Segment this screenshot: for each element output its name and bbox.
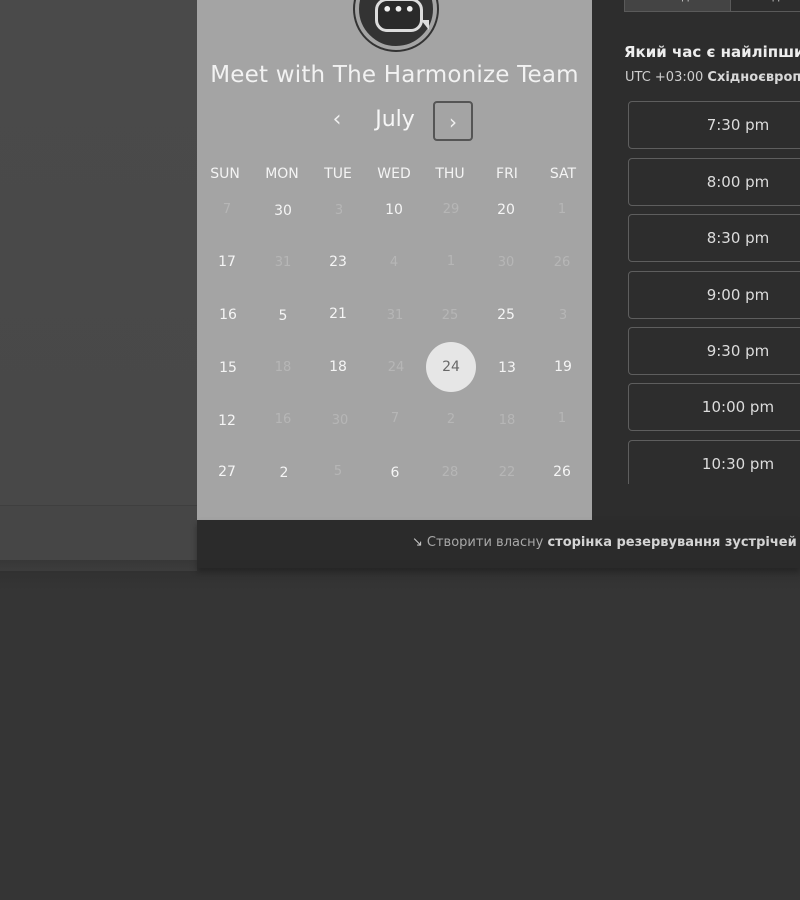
backdrop-shadow xyxy=(0,560,800,590)
calendar-day[interactable]: 25 xyxy=(484,293,528,337)
calendar-day: 7 xyxy=(222,202,232,217)
timeslot-button[interactable]: 9:00 pm xyxy=(628,271,800,319)
timeslot-button[interactable]: 10:00 pm xyxy=(628,383,800,431)
timeslot-button[interactable]: 10:30 pm xyxy=(628,440,800,484)
weekday-sat: SAT xyxy=(549,166,577,182)
calendar-day[interactable]: 27 xyxy=(205,450,249,494)
chat-bubble-logo-icon: ••• xyxy=(355,0,437,50)
prev-month-button[interactable]: ‹ xyxy=(325,106,349,136)
calendar-day[interactable]: 19 xyxy=(541,345,585,389)
footer-prefix: Створити власну xyxy=(426,535,544,550)
timeslot-question: Який час є найліпшим? xyxy=(624,43,800,61)
calendar-day[interactable]: 15 xyxy=(206,346,250,390)
calendar-day[interactable]: 5 xyxy=(261,294,305,338)
calendar-day: 4 xyxy=(389,255,399,270)
month-label: July xyxy=(375,107,415,132)
calendar-day: 3 xyxy=(558,308,568,323)
timeslot-button[interactable]: 8:30 pm xyxy=(628,214,800,262)
calendar-day: 1 xyxy=(557,411,567,426)
time-format-toggle: 24 годин Години xyxy=(624,0,800,12)
calendar-day: 31 xyxy=(386,308,404,323)
calendar-day[interactable]: 2 xyxy=(262,451,306,495)
calendar-day: 26 xyxy=(553,255,571,270)
calendar-day[interactable]: 16 xyxy=(206,293,250,337)
calendar-day: 30 xyxy=(331,413,349,428)
booking-page: ••• Meet with The Harmonize Team ‹ July … xyxy=(0,0,800,900)
calendar-day: 18 xyxy=(274,360,292,375)
calendar-day[interactable]: 17 xyxy=(205,240,249,284)
calendar-day: 24 xyxy=(387,360,405,375)
calendar-day[interactable]: 18 xyxy=(316,345,360,389)
weekday-mon: MON xyxy=(265,166,299,182)
timeslot-button[interactable]: 9:30 pm xyxy=(628,327,800,375)
tab-24-hour[interactable]: 24 годин xyxy=(624,0,731,12)
calendar-day[interactable]: 26 xyxy=(540,450,584,494)
calendar-day[interactable]: 6 xyxy=(373,451,417,495)
calendar-day: 25 xyxy=(441,308,459,323)
bubble-tail xyxy=(421,20,429,30)
calendar-day: 31 xyxy=(274,255,292,270)
calendar-day: 2 xyxy=(446,412,456,427)
bookmark-link-icon: ↘ xyxy=(412,535,423,550)
timeslot-button[interactable]: 8:00 pm xyxy=(628,158,800,206)
weekday-tue: TUE xyxy=(324,166,352,182)
calendar-day: 1 xyxy=(446,254,456,269)
weekday-header: SUN MON TUE WED THU FRI SAT xyxy=(197,166,592,186)
weekday-wed: WED xyxy=(377,166,411,182)
calendar-day[interactable]: 30 xyxy=(261,189,305,233)
calendar-day: 18 xyxy=(498,413,516,428)
calendar-day: 28 xyxy=(441,465,459,480)
page-backdrop xyxy=(0,0,197,570)
month-navigation: ‹ July › xyxy=(197,100,592,144)
chevron-right-icon: › xyxy=(449,110,457,134)
timezone-name: Східноєвропейський час xyxy=(707,70,800,85)
calendar-day: 1 xyxy=(557,202,567,217)
timeslot-button[interactable]: 7:30 pm xyxy=(628,101,800,149)
create-booking-page-link[interactable]: ↘ Створити власну сторінка резервування з… xyxy=(412,535,797,550)
weekday-thu: THU xyxy=(435,166,465,182)
selected-day[interactable]: 24 xyxy=(426,342,476,392)
tab-12-hour[interactable]: Години xyxy=(730,0,800,12)
weekday-fri: FRI xyxy=(496,166,518,182)
calendar-day[interactable]: 13 xyxy=(485,346,529,390)
weekday-sun: SUN xyxy=(210,166,240,182)
chevron-left-icon: ‹ xyxy=(332,107,342,132)
next-month-button[interactable]: › xyxy=(433,101,473,141)
calendar-day: 3 xyxy=(334,203,344,218)
timeslot-panel: 24 годин Години Який час є найліпшим? UT… xyxy=(592,0,800,520)
calendar-day[interactable]: 20 xyxy=(484,188,528,232)
calendar-title: Meet with The Harmonize Team xyxy=(210,62,579,88)
calendar-day[interactable]: 23 xyxy=(316,240,360,284)
timeslot-list[interactable]: 7:30 pm 8:00 pm 8:30 pm 9:00 pm 9:30 pm … xyxy=(628,101,800,484)
calendar-day[interactable]: 21 xyxy=(316,292,360,336)
timezone-offset: UTC +03:00 xyxy=(625,70,704,85)
footer-link-text: сторінка резервування зустрічей xyxy=(547,535,797,550)
calendar-day: 30 xyxy=(497,255,515,270)
calendar-day: 29 xyxy=(442,202,460,217)
calendar-day: 5 xyxy=(333,464,343,479)
calendar-day[interactable]: 12 xyxy=(205,399,249,443)
ellipsis-icon: ••• xyxy=(375,0,423,32)
timezone-label[interactable]: UTC +03:00 Східноєвропейський час xyxy=(625,70,800,85)
calendar-day: 22 xyxy=(498,465,516,480)
calendar-day[interactable]: 10 xyxy=(372,188,416,232)
calendar-day: 16 xyxy=(274,412,292,427)
calendar-panel: ••• Meet with The Harmonize Team ‹ July … xyxy=(197,0,592,520)
calendar-day: 7 xyxy=(390,411,400,426)
